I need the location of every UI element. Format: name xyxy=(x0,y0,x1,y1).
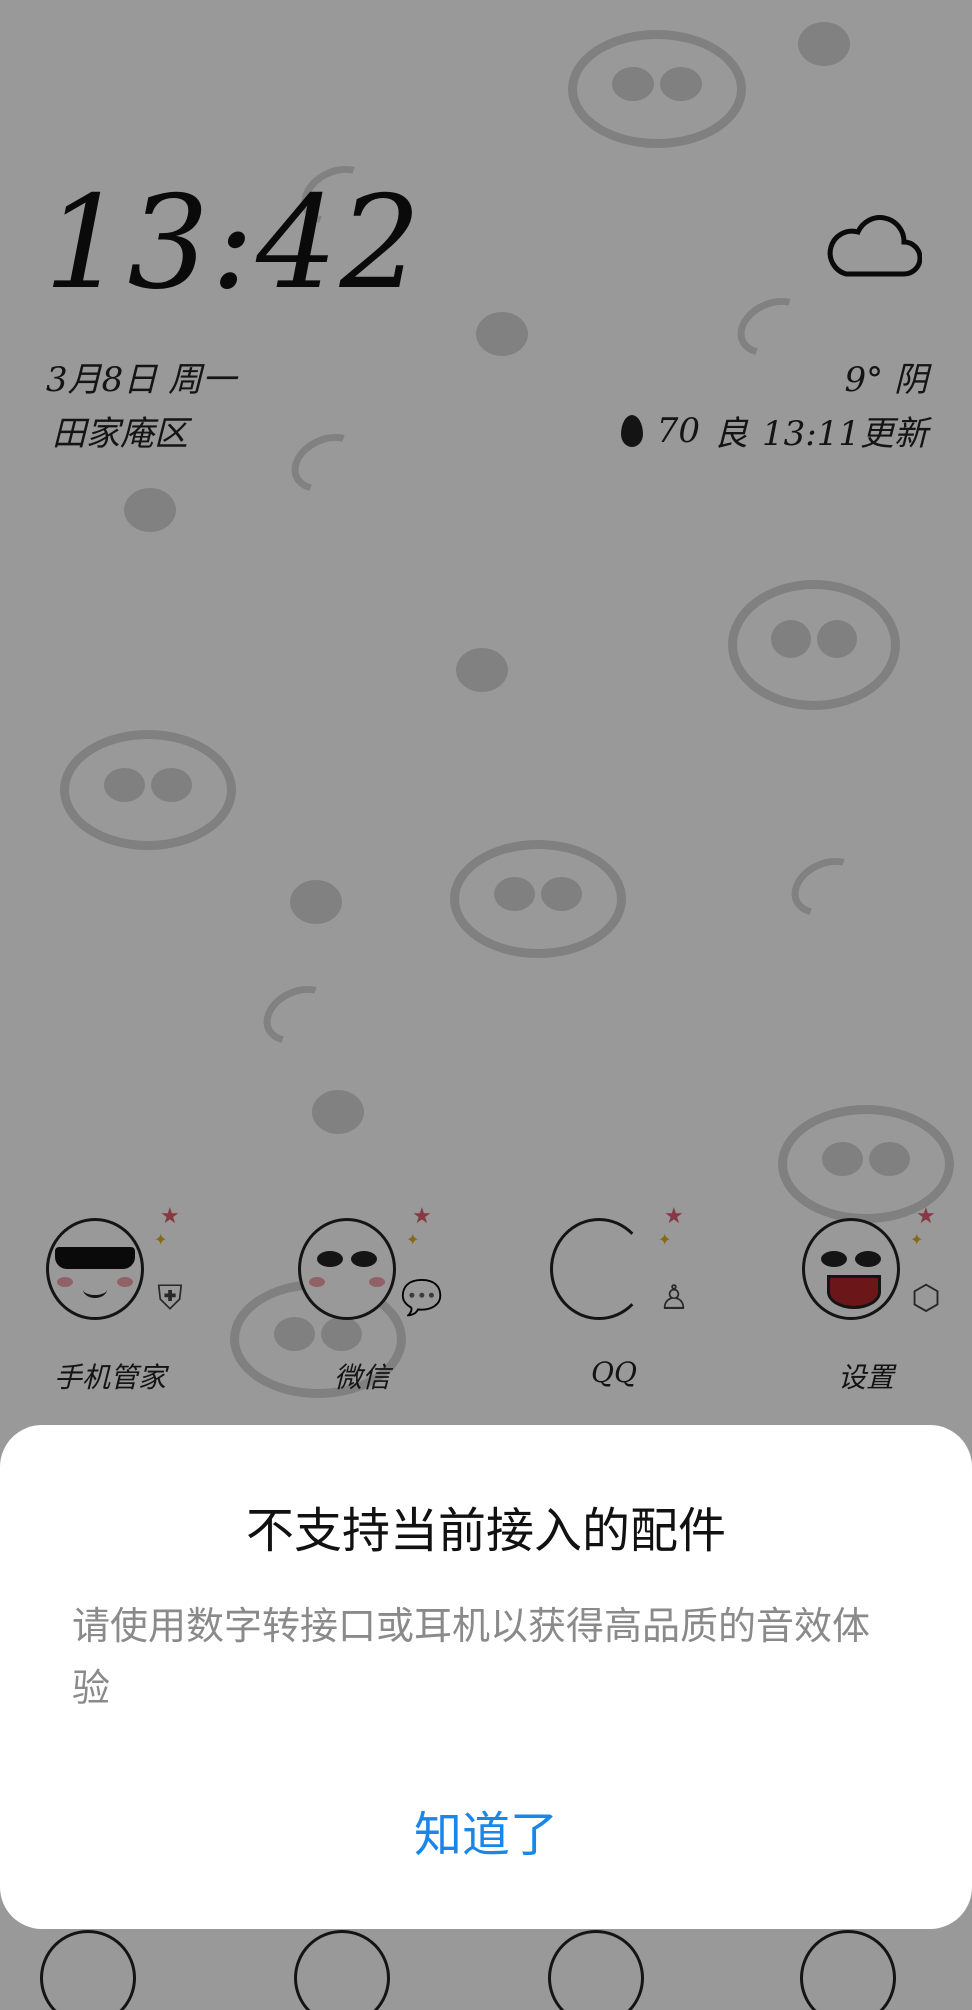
got-it-button[interactable]: 知道了 xyxy=(336,1787,636,1883)
accessory-unsupported-dialog: 不支持当前接入的配件 请使用数字转接口或耳机以获得高品质的音效体验 知道了 xyxy=(0,1425,972,1929)
dialog-title: 不支持当前接入的配件 xyxy=(245,1503,726,1559)
dialog-message: 请使用数字转接口或耳机以获得高品质的音效体验 xyxy=(72,1604,871,1710)
lock-screen: 13:42 3月8日 周一 田家庵区 9° 阴 70 良 13:11更新 ★ ✦ … xyxy=(0,0,972,2010)
